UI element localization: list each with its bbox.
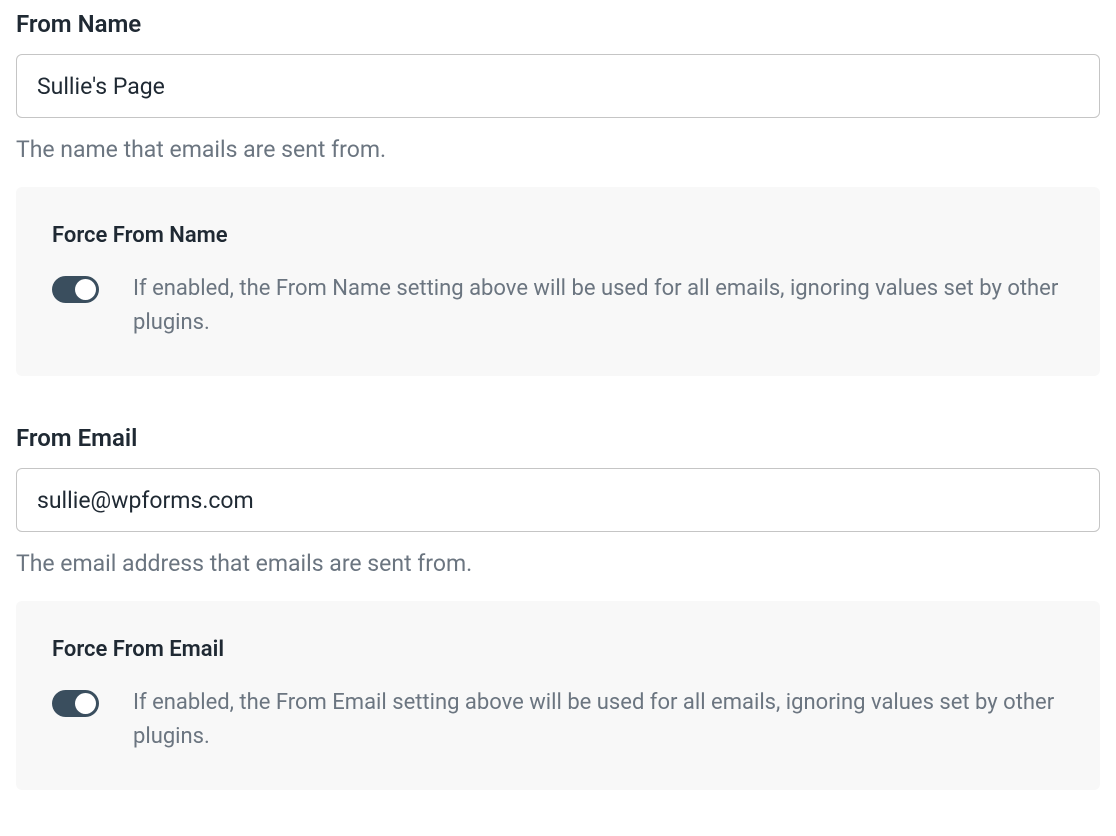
force-from-email-row: If enabled, the From Email setting above… [52,686,1064,754]
force-from-email-panel: Force From Email If enabled, the From Em… [16,601,1100,790]
from-name-input[interactable] [16,54,1100,118]
force-from-name-toggle[interactable] [52,276,99,303]
toggle-knob-icon [75,693,96,714]
toggle-knob-icon [75,279,96,300]
force-from-email-description: If enabled, the From Email setting above… [133,686,1064,754]
from-name-section: From Name The name that emails are sent … [16,10,1100,376]
force-from-email-toggle[interactable] [52,690,99,717]
from-email-input[interactable] [16,468,1100,532]
force-from-name-row: If enabled, the From Name setting above … [52,272,1064,340]
force-from-name-panel: Force From Name If enabled, the From Nam… [16,187,1100,376]
from-email-help: The email address that emails are sent f… [16,550,1100,577]
force-from-name-description: If enabled, the From Name setting above … [133,272,1064,340]
force-from-email-label: Force From Email [52,637,1064,662]
from-email-section: From Email The email address that emails… [16,424,1100,790]
from-email-label: From Email [16,424,1100,452]
force-from-name-label: Force From Name [52,223,1064,248]
from-name-label: From Name [16,10,1100,38]
from-name-help: The name that emails are sent from. [16,136,1100,163]
